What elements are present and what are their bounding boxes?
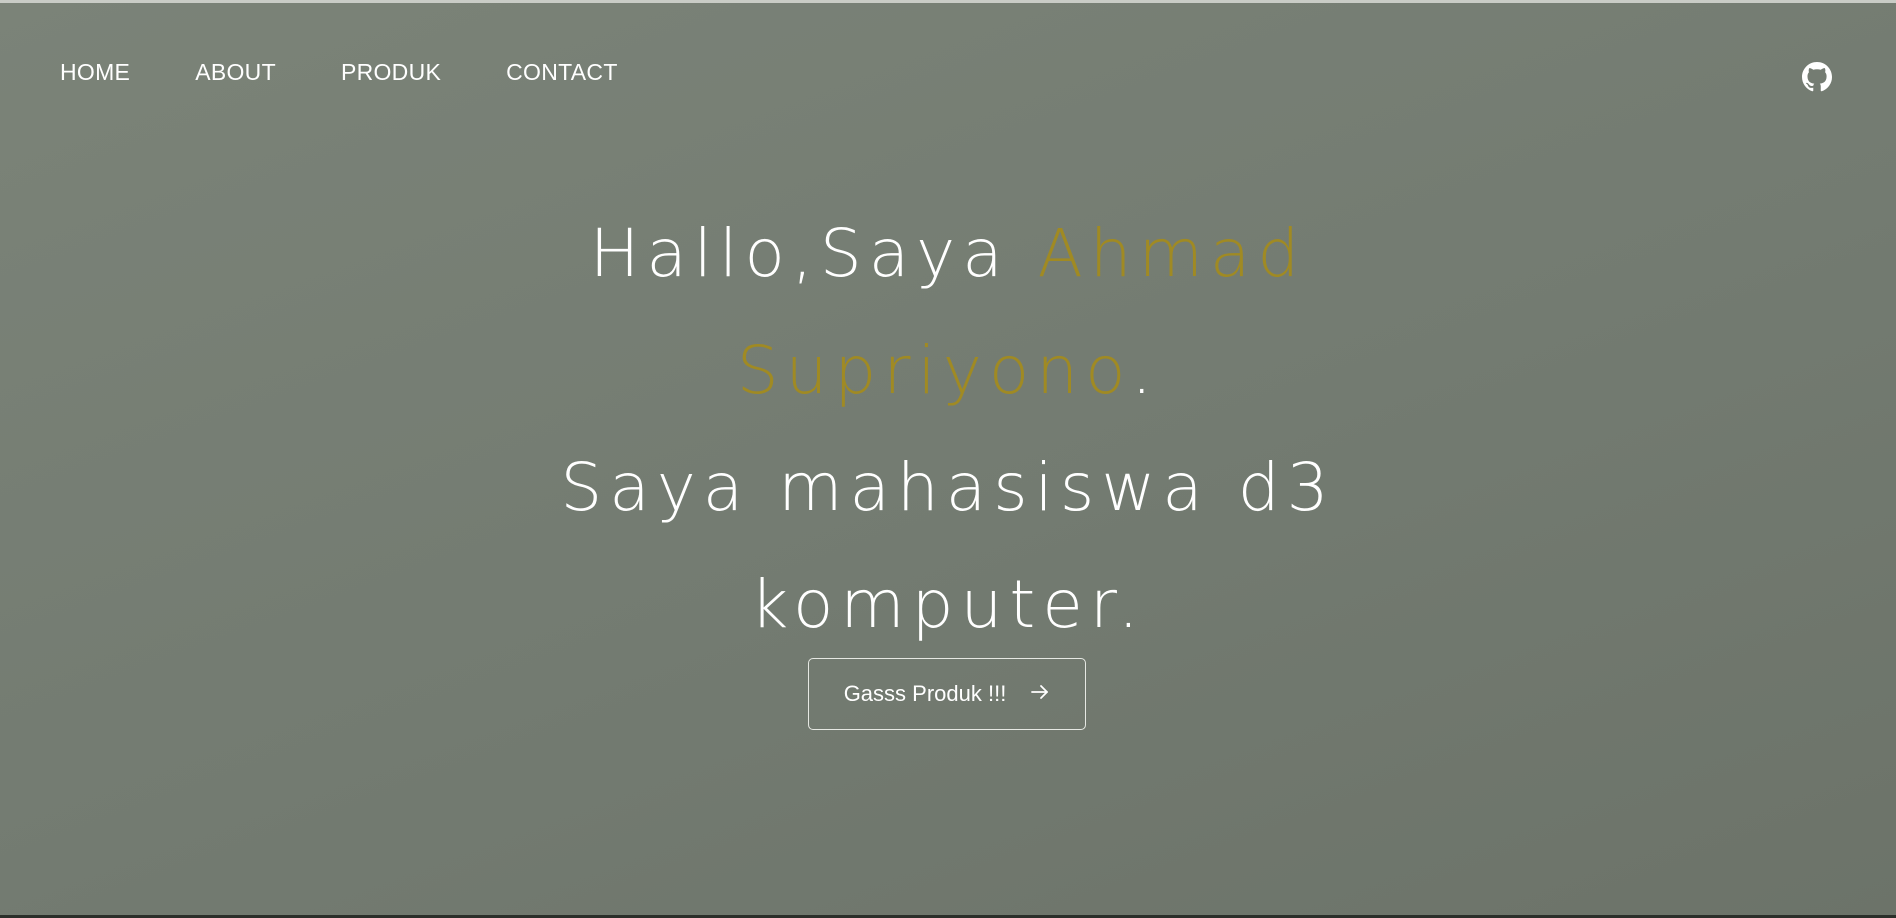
tagline-line-2: komputer.	[750, 566, 1146, 643]
nav-home-link[interactable]: HOME	[60, 55, 130, 89]
produk-cta-button[interactable]: Gasss Produk !!!	[808, 658, 1086, 730]
tagline-line-1: Saya mahasiswa d3	[560, 449, 1336, 526]
cta-label: Gasss Produk !!!	[843, 681, 1007, 706]
name-last: Supriyono	[736, 332, 1132, 409]
nav-produk-link[interactable]: PRODUK	[341, 55, 441, 89]
hero-section: HOME ABOUT PRODUK CONTACT Hallo,Saya Ahm…	[0, 3, 1896, 918]
name-first: Ahmad	[1037, 215, 1307, 292]
nav-contact-link[interactable]: CONTACT	[506, 55, 618, 89]
greeting-text: Hallo,Saya	[589, 215, 1038, 292]
main-nav: HOME ABOUT PRODUK CONTACT	[60, 55, 683, 89]
hero-headline: Hallo,Saya Ahmad Supriyono. Saya mahasis…	[448, 195, 1448, 663]
headline-line-1: Hallo,Saya Ahmad	[448, 195, 1448, 312]
github-icon[interactable]	[1802, 62, 1832, 92]
nav-about-link[interactable]: ABOUT	[195, 55, 276, 89]
name-period: .	[1131, 332, 1160, 409]
headline-line-2: Supriyono.	[448, 312, 1448, 429]
arrow-right-icon	[1030, 683, 1050, 705]
